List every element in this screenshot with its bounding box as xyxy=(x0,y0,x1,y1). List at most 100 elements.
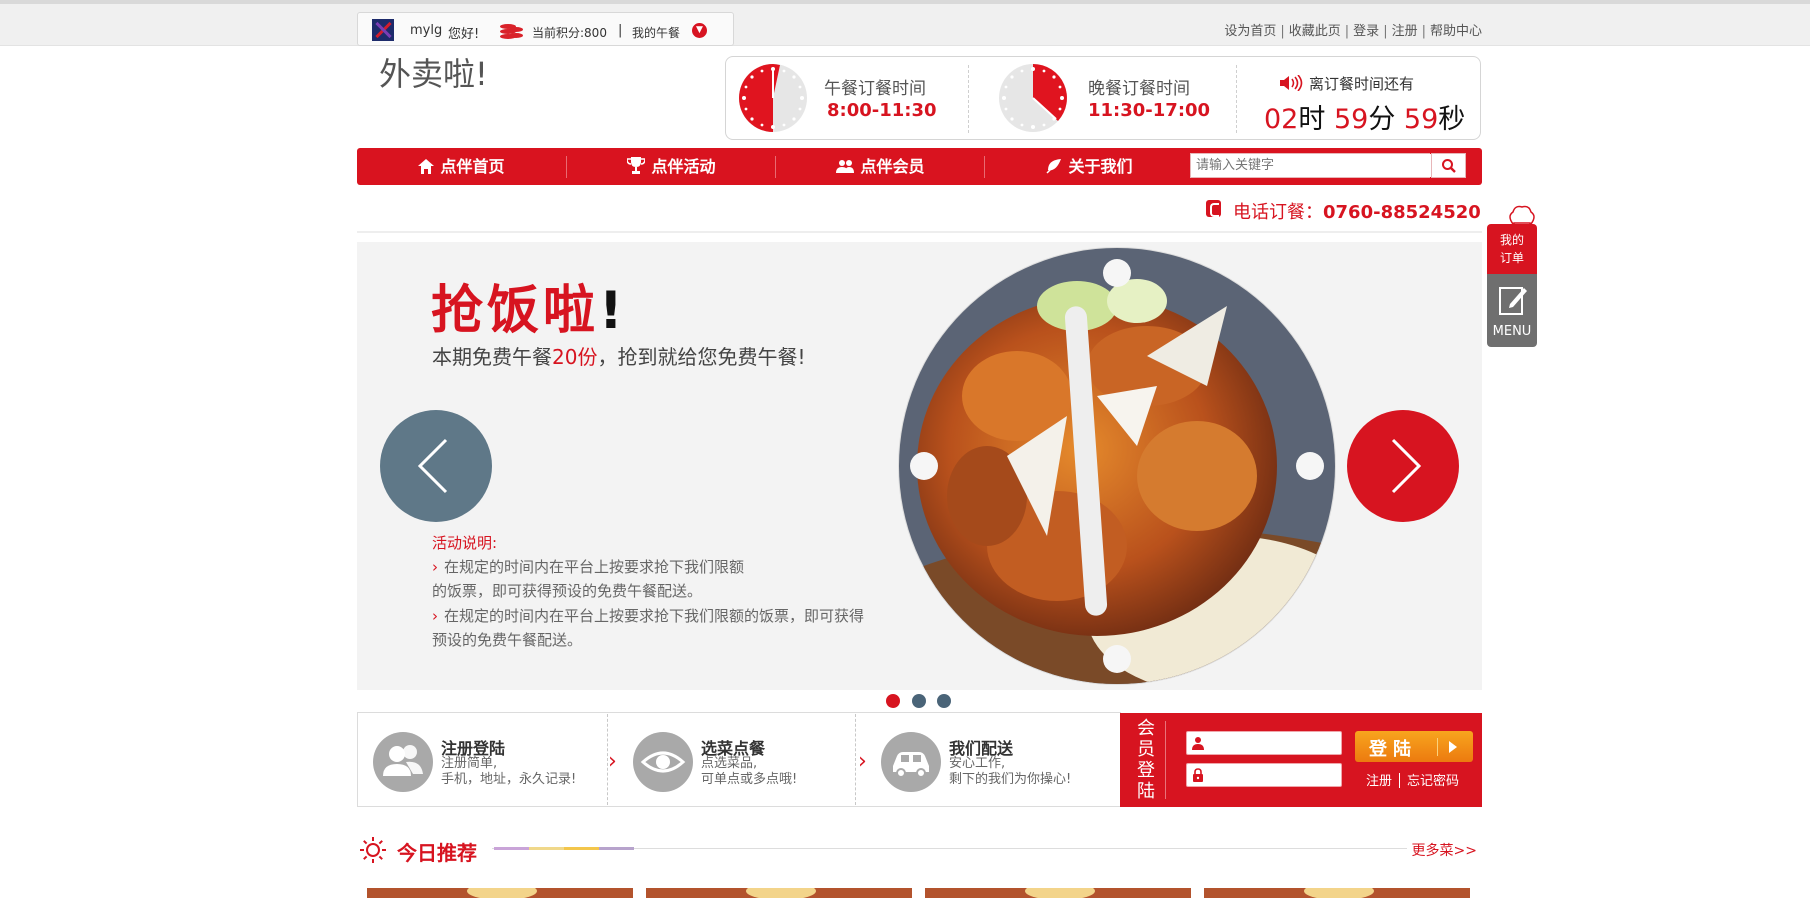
floating-sidebar: 我的 订单 MENU xyxy=(1487,204,1537,347)
eye-icon xyxy=(633,732,693,792)
chevron-left-icon xyxy=(417,438,448,494)
forgot-password-link[interactable]: 忘记密码 xyxy=(1407,774,1459,789)
rule-item-cont: 预设的免费午餐配送。 xyxy=(432,631,583,649)
points-text: 当前积分:800 xyxy=(532,26,607,40)
user-box: mylg 您好! 当前积分:800 | 我的午餐 ▼ xyxy=(357,12,734,46)
users-icon xyxy=(373,732,433,792)
phone-icon xyxy=(1206,200,1221,217)
login-button[interactable]: 登陆 xyxy=(1355,731,1473,762)
rule-title: 活动说明: xyxy=(432,534,498,552)
main-nav: 点伴首页 点伴活动 点伴会员 关于我们 xyxy=(357,148,1482,185)
step-register: 注册登陆 注册简单, 手机，地址，永久记录! xyxy=(358,713,606,806)
register-button[interactable]: 注册 xyxy=(1366,774,1392,789)
search-button[interactable] xyxy=(1431,153,1466,178)
hero-banner: 抢饭啦! 本期免费午餐20份，抢到就给您免费午餐! 活动说明: › 在规定的时间内… xyxy=(357,242,1482,690)
countdown-timer: 02时 59分 59秒 xyxy=(1264,104,1466,135)
lunch-time-value: 8:00-11:30 xyxy=(827,100,937,121)
slide-dot[interactable] xyxy=(912,694,926,708)
rule-item: › 在规定的时间内在平台上按要求抢下我们限额 xyxy=(432,558,745,576)
more-dishes-link[interactable]: 更多菜>> xyxy=(1412,840,1477,860)
step-choose: 选菜点餐 点选菜品, 可单点或多点哦! xyxy=(618,713,854,806)
header-divider xyxy=(357,231,1482,233)
deco-line xyxy=(494,847,529,850)
next-slide-button[interactable] xyxy=(1347,410,1459,522)
trophy-icon xyxy=(626,157,647,174)
set-home-link[interactable]: 设为首页 xyxy=(1224,24,1276,39)
my-lunch-link[interactable]: 我的午餐 xyxy=(632,24,680,41)
time-divider xyxy=(1236,65,1237,133)
slide-dot[interactable] xyxy=(886,694,900,708)
countdown-label: 离订餐时间还有 xyxy=(1309,75,1415,93)
login-divider xyxy=(1165,721,1166,799)
my-order-button[interactable]: 我的 订单 xyxy=(1487,224,1537,274)
dish-thumbnail[interactable] xyxy=(646,888,912,898)
dish-thumbnail[interactable] xyxy=(925,888,1191,898)
phone-order: 电话订餐：0760-88524520 xyxy=(1233,198,1481,224)
bookmark-link[interactable]: 收藏此页 xyxy=(1289,24,1341,39)
top-links: 设为首页 | 收藏此页 | 登录 | 注册 | 帮助中心 xyxy=(1224,24,1482,39)
nav-item-member[interactable]: 点伴会员 xyxy=(776,148,985,185)
step-separator xyxy=(855,714,856,805)
phone-number[interactable]: 0760-88524520 xyxy=(1323,202,1481,223)
nav-item-home[interactable]: 点伴首页 xyxy=(357,148,566,185)
login-links: 注册 忘记密码 xyxy=(1366,770,1459,789)
step-desc: 注册简单, 手机，地址，永久记录! xyxy=(441,756,577,787)
members-icon xyxy=(836,160,855,173)
step-deliver: 我们配送 安心工作, 剩下的我们为你操心! xyxy=(866,713,1122,806)
password-input[interactable] xyxy=(1209,764,1339,786)
search-icon xyxy=(1442,159,1456,173)
user-icon xyxy=(1192,737,1204,750)
speaker-icon xyxy=(1280,75,1303,91)
deco-line xyxy=(564,847,599,850)
dish-thumbnail[interactable] xyxy=(1204,888,1470,898)
edit-icon xyxy=(1499,287,1527,315)
chevron-down-icon[interactable]: ▼ xyxy=(692,23,707,38)
car-icon xyxy=(881,732,941,792)
search-input[interactable] xyxy=(1191,154,1431,177)
login-link[interactable]: 登录 xyxy=(1353,24,1379,39)
lock-icon xyxy=(1193,768,1203,782)
prev-slide-button[interactable] xyxy=(380,410,492,522)
register-link[interactable]: 注册 xyxy=(1392,24,1418,39)
avatar[interactable] xyxy=(372,19,394,41)
leaf-icon xyxy=(1046,159,1062,174)
menu-label: MENU xyxy=(1492,324,1532,339)
today-recommend-header: 今日推荐 更多菜>> xyxy=(357,834,1482,865)
top-bar: mylg 您好! 当前积分:800 | 我的午餐 ▼ 设为首页 | 收藏此页 | 登录 |… xyxy=(0,0,1810,46)
sun-icon xyxy=(360,837,386,863)
deco-line xyxy=(599,847,634,850)
dinner-time-value: 11:30-17:00 xyxy=(1088,100,1211,121)
chevron-right-icon xyxy=(1391,438,1422,494)
phone-label: 电话订餐： xyxy=(1233,202,1323,223)
banner-title: 抢饭啦! xyxy=(431,281,627,341)
username[interactable]: mylg xyxy=(410,23,442,38)
order-time-box: 午餐订餐时间 8:00-11:30 晚餐订餐时间 11:30-17:00 离订餐… xyxy=(725,56,1481,140)
site-logo[interactable]: 外卖啦! xyxy=(379,49,488,95)
member-login-panel: 会员登陆 登陆 注册 忘记密码 xyxy=(1120,713,1482,807)
banner-subtitle: 本期免费午餐20份，抢到就给您免费午餐! xyxy=(432,345,806,369)
dish-thumbnail[interactable] xyxy=(367,888,633,898)
lunch-clock-icon xyxy=(739,64,807,132)
step-desc: 安心工作, 剩下的我们为你操心! xyxy=(949,756,1072,787)
search-box xyxy=(1190,153,1431,178)
dinner-clock-icon xyxy=(999,64,1067,132)
rule-item: › 在规定的时间内在平台上按要求抢下我们限额的饭票，即可获得 xyxy=(432,607,865,625)
dinner-time-title: 晚餐订餐时间 xyxy=(1088,79,1190,99)
play-icon xyxy=(1449,741,1457,753)
order-steps: 注册登陆 注册简单, 手机，地址，永久记录! › 选菜点餐 点选菜品, 可单点或多点… xyxy=(357,712,1121,807)
help-link[interactable]: 帮助中心 xyxy=(1430,24,1482,39)
coins-icon xyxy=(500,24,524,39)
step-desc: 点选菜品, 可单点或多点哦! xyxy=(701,756,798,787)
menu-button[interactable]: MENU xyxy=(1487,274,1537,347)
time-divider xyxy=(968,65,969,133)
nav-item-activity[interactable]: 点伴活动 xyxy=(567,148,776,185)
username-input[interactable] xyxy=(1209,732,1339,754)
nav-item-about[interactable]: 关于我们 xyxy=(985,148,1194,185)
deco-line xyxy=(529,847,564,850)
points-separator: | xyxy=(618,23,623,38)
username-field-wrap xyxy=(1186,731,1342,755)
recommend-title: 今日推荐 xyxy=(397,841,477,865)
home-icon xyxy=(418,159,435,174)
slide-dot[interactable] xyxy=(937,694,951,708)
lunch-time-title: 午餐订餐时间 xyxy=(824,79,926,99)
